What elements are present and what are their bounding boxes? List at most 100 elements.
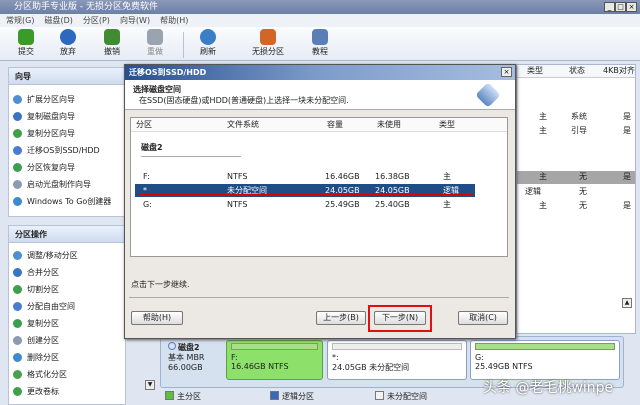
dialog-close-button[interactable]: ×	[501, 67, 512, 77]
cell-type: 主	[539, 172, 547, 181]
undo-label: 撤销	[104, 47, 120, 56]
wizard-item[interactable]: 分区恢复向导	[9, 159, 125, 176]
wizard-item-label: 扩展分区向导	[27, 95, 75, 104]
table-row[interactable]: 主无是	[517, 200, 635, 213]
operations-item[interactable]: 复制分区	[9, 315, 125, 332]
operations-item[interactable]: 分配自由空间	[9, 298, 125, 315]
wizard-item-label: Windows To Go创建器	[27, 197, 112, 206]
partition-block-unallocated[interactable]: *: 24.05GB 未分配空间	[327, 340, 467, 380]
cell-type: 主	[443, 200, 451, 209]
partition-row[interactable]: G: NTFS 25.49GB 25.40GB 主	[135, 198, 475, 211]
back-button[interactable]: 上一步(B)	[316, 311, 366, 325]
scroll-up-button[interactable]: ▲	[622, 298, 632, 308]
close-button[interactable]: ×	[626, 2, 637, 12]
operations-item-label: 复制分区	[27, 319, 59, 328]
operations-item-icon	[13, 251, 22, 260]
operations-item[interactable]: 调整/移动分区	[9, 247, 125, 264]
scroll-down-button[interactable]: ▼	[145, 380, 155, 390]
red-highlight-annotation	[368, 305, 432, 332]
operations-item[interactable]: 格式化分区	[9, 366, 125, 383]
help-button[interactable]: 帮助(H)	[131, 311, 183, 325]
menu-partition[interactable]: 分区(P)	[83, 16, 110, 25]
primary-swatch-icon	[165, 391, 174, 400]
menu-help[interactable]: 帮助(H)	[160, 16, 188, 25]
tutorial-button[interactable]: 教程	[308, 29, 332, 57]
maximize-button[interactable]: □	[615, 2, 626, 12]
col-type[interactable]: 类型	[527, 65, 543, 76]
wizard-item[interactable]: Windows To Go创建器	[9, 193, 125, 210]
cancel-button[interactable]: 取消(C)	[458, 311, 508, 325]
table-row[interactable]: 主无是	[517, 171, 635, 184]
table-row[interactable]: 主 引导 是	[517, 125, 635, 138]
redo-button[interactable]: 重做	[143, 29, 167, 57]
operations-item-icon	[13, 319, 22, 328]
title-bar: 分区助手专业版 - 无损分区免费软件	[0, 0, 640, 14]
menu-wizard[interactable]: 向导(W)	[120, 16, 150, 25]
wizard-item[interactable]: 启动光盘制作向导	[9, 176, 125, 193]
wizard-item[interactable]: 复制磁盘向导	[9, 108, 125, 125]
wizard-item-label: 启动光盘制作向导	[27, 180, 91, 189]
wizard-header: 向导	[9, 68, 125, 85]
cell-4kb: 是	[623, 112, 631, 121]
wizard-item-icon	[13, 95, 22, 104]
cell-4kb: 是	[623, 172, 631, 181]
col-partition[interactable]: 分区	[136, 118, 152, 132]
disk-info[interactable]: 磁盘2 基本 MBR 66.00GB	[168, 342, 205, 373]
wizard-item[interactable]: 扩展分区向导	[9, 91, 125, 108]
partition-icon	[260, 29, 276, 45]
cell-free: 25.40GB	[375, 200, 410, 209]
refresh-button[interactable]: 刷新	[196, 29, 220, 57]
col-filesystem[interactable]: 文件系统	[227, 118, 259, 132]
operations-item[interactable]: 删除分区	[9, 349, 125, 366]
undo-button[interactable]: 撤销	[100, 29, 124, 57]
cell-type: 逻辑	[525, 187, 541, 196]
col-status[interactable]: 状态	[569, 65, 585, 76]
col-4kb[interactable]: 4KB对齐	[603, 65, 635, 76]
cell-free: 16.38GB	[375, 172, 410, 181]
red-underline-annotation	[139, 194, 473, 195]
cell-type: 主	[443, 172, 451, 181]
partition-block-f[interactable]: F: 16.46GB NTFS	[226, 340, 323, 380]
partition-row[interactable]: F: NTFS 16.46GB 16.38GB 主	[135, 170, 475, 183]
menu-bar: 常规(G) 磁盘(D) 分区(P) 向导(W) 帮助(H)	[0, 14, 640, 27]
cell-partition: G:	[143, 200, 152, 209]
lossless-partition-button[interactable]: 无损分区	[246, 29, 290, 57]
minimize-button[interactable]: _	[604, 2, 615, 12]
col-free[interactable]: 未使用	[377, 118, 401, 132]
cell-status: 系统	[571, 112, 587, 121]
divider	[129, 297, 509, 298]
operations-item-label: 删除分区	[27, 353, 59, 362]
partition-block-g[interactable]: G: 25.49GB NTFS	[470, 340, 620, 380]
col-type[interactable]: 类型	[439, 118, 455, 132]
operations-item-label: 分配自由空间	[27, 302, 75, 311]
discard-button[interactable]: 放弃	[56, 29, 80, 57]
operations-item[interactable]: 创建分区	[9, 332, 125, 349]
wizard-item[interactable]: 迁移OS到SSD/HDD	[9, 142, 125, 159]
table-row[interactable]: 主 系统 是	[517, 111, 635, 124]
cell-capacity: 16.46GB	[325, 172, 360, 181]
cell-status: 无	[579, 187, 587, 196]
operations-item[interactable]: 切割分区	[9, 281, 125, 298]
operations-item-icon	[13, 387, 22, 396]
operations-item[interactable]: 合并分区	[9, 264, 125, 281]
cell-fs: NTFS	[227, 172, 248, 181]
partition-label: *:	[332, 353, 339, 362]
operations-item-label: 创建分区	[27, 336, 59, 345]
unallocated-swatch-icon	[375, 391, 384, 400]
table-row[interactable]: 逻辑 无	[517, 186, 635, 199]
legend-primary: 主分区	[165, 391, 201, 402]
submit-button[interactable]: 提交	[14, 29, 38, 57]
menu-general[interactable]: 常规(G)	[6, 16, 34, 25]
operations-item-label: 更改卷标	[27, 387, 59, 396]
col-capacity[interactable]: 容量	[327, 118, 343, 132]
partition-desc: 16.46GB NTFS	[231, 362, 289, 371]
partition-row[interactable]: * 未分配空间 24.05GB 24.05GB 逻辑	[135, 184, 475, 197]
wizard-item[interactable]: 复制分区向导	[9, 125, 125, 142]
usage-bar	[231, 343, 318, 350]
menu-disk[interactable]: 磁盘(D)	[44, 16, 72, 25]
redo-icon	[147, 29, 163, 45]
operations-item[interactable]: 更改卷标	[9, 383, 125, 400]
refresh-icon	[200, 29, 216, 45]
partition-desc: 25.49GB NTFS	[475, 362, 533, 371]
dialog-subheading: 在SSD(固态硬盘)或HDD(普通硬盘)上选择一块未分配空间.	[139, 96, 349, 105]
